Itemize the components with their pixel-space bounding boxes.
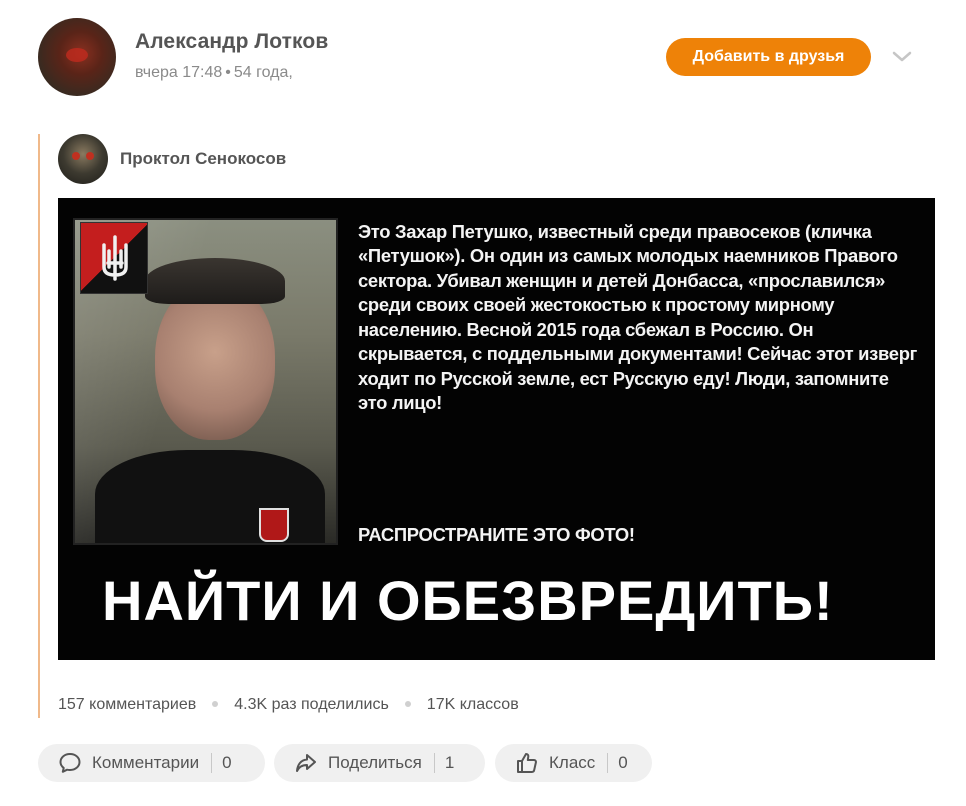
original-author-avatar[interactable]	[58, 134, 108, 184]
image-call-to-action: РАСПРОСТРАНИТЕ ЭТО ФОТО!	[358, 524, 635, 545]
author-name[interactable]: Александр Лотков	[135, 30, 328, 54]
image-caption: Это Захар Петушко, известный среди право…	[358, 221, 917, 414]
share-arrow-icon	[294, 751, 318, 775]
share-button[interactable]: Поделиться 1	[274, 744, 485, 782]
like-label: Класс	[549, 753, 596, 772]
comment-button[interactable]: Комментарии 0	[38, 744, 265, 782]
comment-count: 0	[222, 753, 232, 772]
share-label: Поделиться	[328, 753, 422, 772]
original-author-name[interactable]: Проктол Сенокосов	[120, 149, 286, 169]
comment-label: Комментарии	[92, 753, 200, 772]
image-headline: НАЙТИ И ОБЕЗВРЕДИТЬ!	[102, 569, 834, 632]
share-count: 1	[444, 753, 455, 772]
post-stats: 157 комментариев 4.3K раз поделились 17K к…	[58, 696, 519, 714]
chevron-down-icon[interactable]	[891, 48, 913, 66]
speech-bubble-icon	[58, 751, 82, 775]
post-meta: вчера 17:48 • 54 года,	[135, 64, 293, 81]
thumbs-up-icon	[515, 751, 539, 775]
comments-count[interactable]: 157 комментариев	[58, 696, 196, 713]
likes-count[interactable]: 17K классов	[427, 696, 519, 713]
repost-line	[38, 134, 40, 718]
like-button[interactable]: Класс 0	[495, 744, 652, 782]
post-time: вчера 17:48	[135, 64, 223, 81]
post-image[interactable]: Это Захар Петушко, известный среди право…	[58, 198, 935, 660]
post-header: Александр Лотков вчера 17:48 • 54 года, До…	[38, 18, 928, 98]
author-age: 54 года,	[233, 64, 293, 81]
add-friend-button[interactable]: Добавить в друзья	[666, 38, 871, 76]
shares-count[interactable]: 4.3K раз поделились	[234, 696, 389, 713]
like-count: 0	[618, 753, 628, 772]
red-black-flag-icon	[80, 222, 148, 294]
author-avatar[interactable]	[38, 18, 116, 96]
